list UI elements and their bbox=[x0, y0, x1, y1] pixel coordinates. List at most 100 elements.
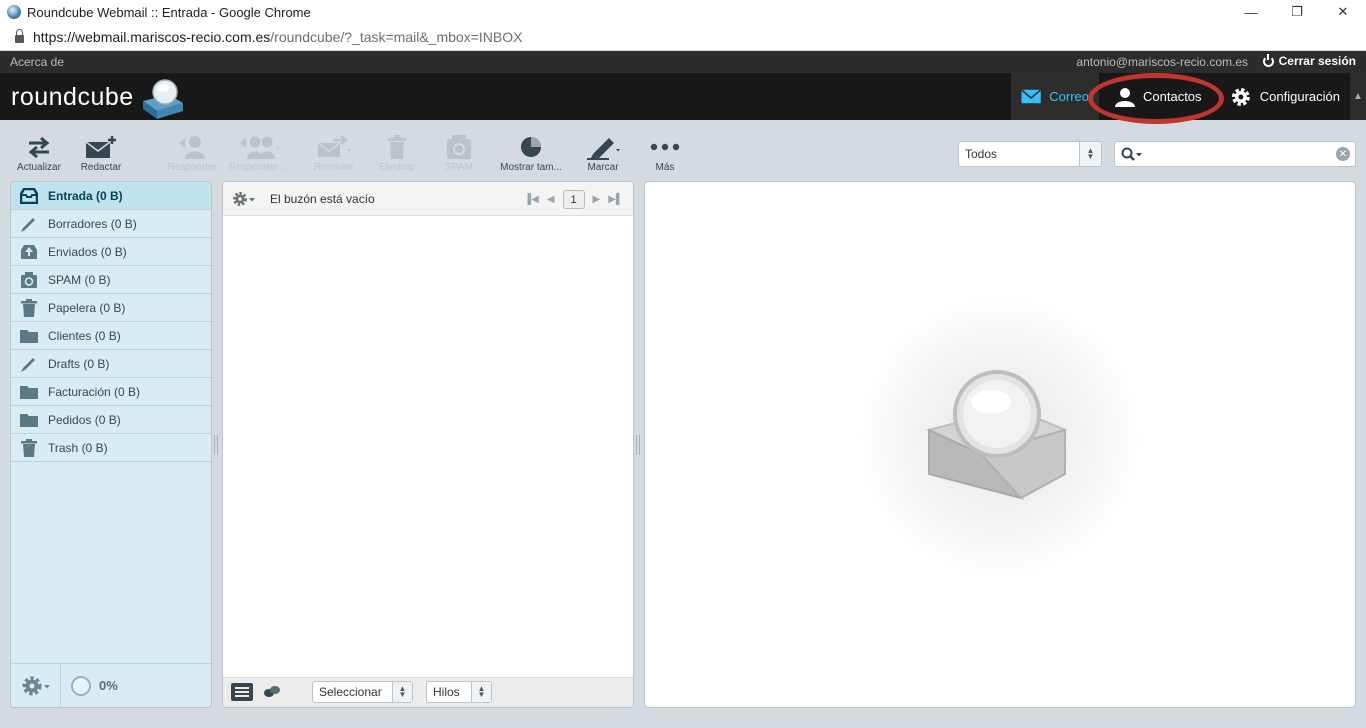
folder-item-spam[interactable]: SPAM (0 B) bbox=[11, 266, 211, 294]
threads-icon[interactable] bbox=[263, 685, 281, 699]
mail-toolbar: Actualizar Redactar Responder Responder … bbox=[0, 120, 1366, 180]
lock-icon[interactable] bbox=[15, 29, 24, 43]
threads-dropdown[interactable]: Hilos ▲ ▼ bbox=[426, 681, 492, 703]
restore-icon[interactable]: ❐ bbox=[1274, 0, 1320, 24]
folder-options-button[interactable] bbox=[11, 664, 61, 707]
folder-item-borradores[interactable]: Borradores (0 B) bbox=[11, 210, 211, 238]
list-splitter-handle[interactable] bbox=[636, 435, 640, 455]
close-icon[interactable]: ✕ bbox=[1320, 0, 1366, 24]
reply-all-button[interactable]: Responder ... bbox=[226, 132, 292, 180]
last-page-icon[interactable]: ▶▌ bbox=[608, 194, 623, 205]
folder-list-footer: 0% bbox=[11, 663, 211, 707]
folder-item-facturacion[interactable]: Facturación (0 B) bbox=[11, 378, 211, 406]
compose-label: Redactar bbox=[80, 162, 122, 173]
trash-icon bbox=[19, 438, 39, 457]
minimize-icon[interactable]: — bbox=[1228, 0, 1274, 24]
folder-item-papelera[interactable]: Papelera (0 B) bbox=[11, 294, 211, 322]
nav-mail[interactable]: Correo bbox=[1011, 73, 1099, 120]
list-view-icon[interactable] bbox=[231, 683, 253, 701]
message-list-header: El buzón está vacío ▐◀ ◀ 1 ▶ ▶▌ bbox=[223, 182, 633, 216]
folder-label: Borradores (0 B) bbox=[48, 216, 137, 231]
filter-select[interactable]: Todos ▲ ▼ bbox=[958, 141, 1102, 167]
folder-label: Facturación (0 B) bbox=[48, 384, 141, 399]
select-dropdown[interactable]: Seleccionar ▲ ▼ bbox=[312, 681, 413, 703]
sent-icon bbox=[19, 244, 39, 260]
search-icon bbox=[1121, 147, 1142, 161]
power-icon bbox=[1262, 53, 1274, 67]
clear-search-icon[interactable]: ✕ bbox=[1336, 147, 1350, 161]
mark-button[interactable]: Marcar bbox=[578, 132, 628, 180]
refresh-button[interactable]: Actualizar bbox=[14, 132, 64, 180]
roundcube-favicon-icon bbox=[7, 5, 21, 19]
url-host: https://webmail.mariscos-recio.com.es bbox=[33, 29, 271, 45]
folder-label: Enviados (0 B) bbox=[48, 244, 127, 259]
logo-cube-icon bbox=[142, 79, 183, 119]
folder-item-clientes[interactable]: Clientes (0 B) bbox=[11, 322, 211, 350]
spam-icon bbox=[19, 271, 39, 288]
about-link[interactable]: Acerca de bbox=[10, 55, 64, 69]
next-page-icon[interactable]: ▶ bbox=[593, 194, 601, 205]
folder-label: Pedidos (0 B) bbox=[48, 412, 121, 427]
mark-label: Marcar bbox=[587, 162, 619, 173]
folder-icon bbox=[19, 329, 39, 343]
spam-recycle-icon bbox=[447, 135, 471, 159]
trash-icon bbox=[19, 298, 39, 317]
contacts-highlight-annotation bbox=[1088, 73, 1224, 124]
logo-text: roundcube bbox=[11, 82, 134, 111]
pencil-icon bbox=[19, 355, 39, 373]
folder-item-enviados[interactable]: Enviados (0 B) bbox=[11, 238, 211, 266]
marker-pen-icon bbox=[587, 138, 620, 160]
spam-button[interactable]: SPAM bbox=[434, 132, 484, 180]
reply-label: Responder bbox=[167, 162, 217, 173]
logout-button[interactable]: Cerrar sesión bbox=[1262, 53, 1356, 68]
inbox-icon bbox=[19, 187, 39, 204]
top-line: Acerca de antonio@mariscos-recio.com.es … bbox=[0, 51, 1366, 73]
quota-circle-icon bbox=[71, 675, 91, 696]
list-options-button[interactable] bbox=[232, 191, 258, 207]
more-button[interactable]: Más bbox=[642, 132, 688, 180]
folder-splitter-handle[interactable] bbox=[214, 435, 218, 455]
spam-label: SPAM bbox=[445, 162, 473, 173]
filter-value: Todos bbox=[965, 147, 998, 161]
first-page-icon[interactable]: ▐◀ bbox=[524, 194, 539, 205]
folder-label: SPAM (0 B) bbox=[48, 272, 111, 287]
user-email: antonio@mariscos-recio.com.es bbox=[1076, 55, 1248, 69]
folder-item-drafts[interactable]: Drafts (0 B) bbox=[11, 350, 211, 378]
compose-button[interactable]: Redactar bbox=[76, 132, 126, 180]
message-list-footer: Seleccionar ▲ ▼ Hilos ▲ ▼ bbox=[223, 677, 633, 707]
forward-button[interactable]: Reenviar bbox=[306, 132, 362, 180]
search-input[interactable]: ✕ bbox=[1114, 141, 1356, 167]
roundcube-logo[interactable]: roundcube bbox=[11, 75, 187, 119]
address-bar[interactable]: https://webmail.mariscos-recio.com.es/ro… bbox=[0, 24, 1366, 51]
folder-item-entrada[interactable]: Entrada (0 B) bbox=[11, 182, 211, 210]
pencil-icon bbox=[19, 215, 39, 233]
threads-label: Hilos bbox=[433, 685, 460, 699]
window-title: Roundcube Webmail :: Entrada - Google Ch… bbox=[27, 4, 311, 20]
folder-icon bbox=[19, 413, 39, 427]
delete-button[interactable]: Eliminar bbox=[372, 132, 422, 180]
folder-item-trash[interactable]: Trash (0 B) bbox=[11, 434, 211, 462]
logout-label: Cerrar sesión bbox=[1278, 54, 1356, 68]
folder-item-pedidos[interactable]: Pedidos (0 B) bbox=[11, 406, 211, 434]
envelope-icon bbox=[1021, 89, 1041, 104]
quota-display: 0% bbox=[71, 675, 118, 696]
folder-label: Entrada (0 B) bbox=[48, 188, 123, 203]
reply-button[interactable]: Responder bbox=[164, 132, 220, 180]
reply-icon bbox=[179, 136, 205, 159]
nav-mail-label: Correo bbox=[1049, 89, 1089, 104]
previous-page-icon[interactable]: ◀ bbox=[547, 194, 555, 205]
empty-mailbox-text: El buzón está vacío bbox=[270, 191, 375, 206]
compose-envelope-icon bbox=[85, 136, 116, 158]
refresh-arrows-icon bbox=[28, 136, 50, 158]
nav-settings[interactable]: Configuración bbox=[1224, 73, 1350, 120]
message-list: El buzón está vacío ▐◀ ◀ 1 ▶ ▶▌ Seleccio… bbox=[222, 181, 634, 708]
forward-icon bbox=[317, 135, 351, 157]
collapse-header-button[interactable]: ▲ bbox=[1350, 73, 1366, 120]
reply-all-label: Responder ... bbox=[228, 162, 290, 173]
select-arrows-icon: ▲ ▼ bbox=[392, 682, 412, 702]
quota-value: 0% bbox=[99, 678, 118, 693]
show-size-button[interactable]: Mostrar tam... bbox=[494, 132, 568, 180]
folder-label: Papelera (0 B) bbox=[48, 300, 126, 315]
folder-label: Clientes (0 B) bbox=[48, 328, 121, 343]
page-number[interactable]: 1 bbox=[562, 190, 585, 209]
